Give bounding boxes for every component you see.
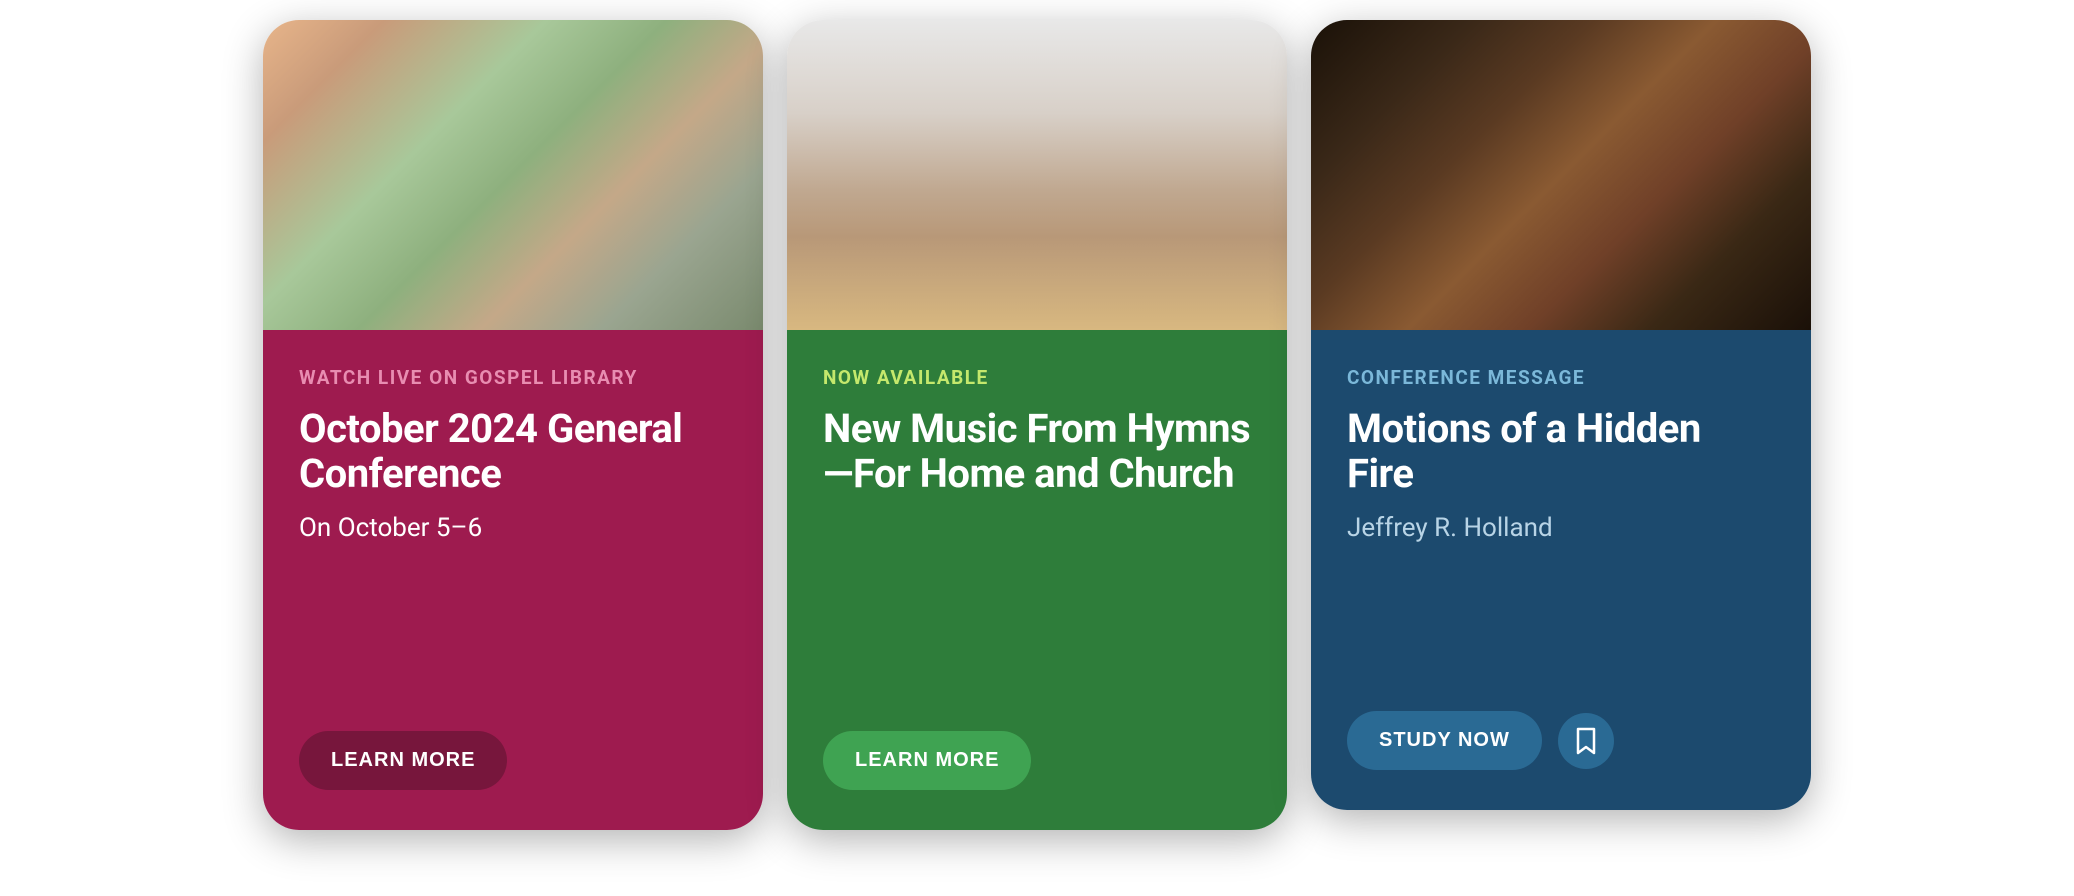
card-image-congregation	[787, 20, 1287, 330]
card-image-painting	[263, 20, 763, 330]
card-eyebrow: WATCH LIVE ON GOSPEL LIBRARY	[299, 366, 727, 389]
card-actions: STUDY NOW	[1347, 711, 1775, 770]
card-eyebrow: CONFERENCE MESSAGE	[1347, 366, 1775, 389]
card-title: New Music From Hymns—For Home and Church	[823, 407, 1251, 497]
card-body: WATCH LIVE ON GOSPEL LIBRARY October 202…	[263, 330, 763, 830]
card-title: Motions of a Hidden Fire	[1347, 407, 1775, 497]
bookmark-button[interactable]	[1558, 713, 1614, 769]
card-subtitle: On October 5–6	[299, 513, 727, 543]
card-body: NOW AVAILABLE New Music From Hymns—For H…	[787, 330, 1287, 830]
learn-more-button[interactable]: LEARN MORE	[823, 731, 1031, 790]
feature-card-conference[interactable]: WATCH LIVE ON GOSPEL LIBRARY October 202…	[263, 20, 763, 830]
card-subtitle: Jeffrey R. Holland	[1347, 513, 1775, 543]
feature-card-message[interactable]: CONFERENCE MESSAGE Motions of a Hidden F…	[1311, 20, 1811, 810]
feature-card-hymns[interactable]: NOW AVAILABLE New Music From Hymns—For H…	[787, 20, 1287, 830]
card-body: CONFERENCE MESSAGE Motions of a Hidden F…	[1311, 330, 1811, 810]
learn-more-button[interactable]: LEARN MORE	[299, 731, 507, 790]
card-actions: LEARN MORE	[299, 731, 727, 790]
card-title: October 2024 General Conference	[299, 407, 727, 497]
card-actions: LEARN MORE	[823, 731, 1251, 790]
card-image-speaker	[1311, 20, 1811, 330]
bookmark-icon	[1574, 727, 1598, 755]
card-eyebrow: NOW AVAILABLE	[823, 366, 1251, 389]
study-now-button[interactable]: STUDY NOW	[1347, 711, 1542, 770]
